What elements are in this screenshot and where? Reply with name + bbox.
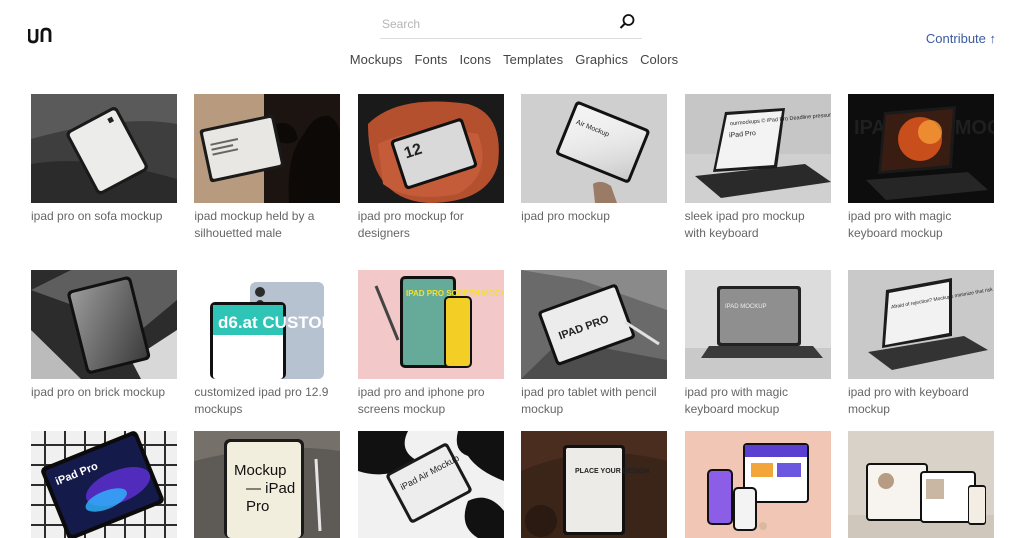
contribute-link[interactable]: Contribute ↑	[926, 31, 996, 46]
mockup-card[interactable]: d6.at CUSTOMIZED MOCKUPS customized ipad…	[194, 270, 341, 431]
card-caption: ipad pro with magic keyboard mockup	[684, 385, 788, 416]
mockup-card[interactable]: ourmockups © iPad Pro Deadline pressure?…	[684, 94, 831, 270]
thumb-label-line2: — iPad	[246, 480, 295, 497]
card-caption: ipad pro with keyboard mockup	[847, 385, 969, 416]
mockup-card[interactable]: Mockup — iPad Pro	[194, 431, 341, 538]
mockup-thumbnail: 12	[357, 94, 504, 203]
mockup-thumbnail: ourmockups © iPad Pro Deadline pressure?…	[684, 94, 831, 203]
mockup-card[interactable]: ipad pro on sofa mockup	[31, 94, 177, 270]
thumb-label: d6.at CUSTOMIZED MOCKUPS	[218, 313, 340, 332]
mockup-card[interactable]: ipad mockup held by a silhouetted male	[194, 94, 341, 270]
card-caption: ipad mockup held by a silhouetted male	[194, 209, 315, 240]
card-caption: ipad pro on sofa mockup	[31, 209, 163, 223]
mockup-thumbnail	[194, 94, 341, 203]
mockup-thumbnail	[31, 94, 177, 203]
mockup-thumbnail: Air Mockup	[521, 94, 668, 203]
card-caption: sleek ipad pro mockup with keyboard	[684, 209, 805, 240]
card-caption: ipad pro with magic keyboard mockup	[847, 209, 952, 240]
search-bar	[380, 8, 642, 39]
category-nav: Mockups Fonts Icons Templates Graphics C…	[0, 52, 1024, 67]
mockup-thumbnail: Mockup — iPad Pro	[194, 431, 341, 538]
mockup-thumbnail: IPAD PRO SCREEN MOCKUP	[357, 270, 504, 379]
card-caption: ipad pro and iphone pro screens mockup	[357, 385, 485, 416]
mockup-card[interactable]: IPAD PRO MOCKUP ipad pro with magic keyb…	[847, 94, 994, 270]
mockup-thumbnail: iPad Pro	[31, 431, 177, 538]
card-caption: ipad pro mockup for designers	[357, 209, 464, 240]
search-icon[interactable]	[619, 13, 636, 30]
nav-item-colors[interactable]: Colors	[640, 52, 678, 67]
mockup-card[interactable]	[847, 431, 994, 538]
thumb-label-line3: Pro	[246, 498, 269, 515]
mockup-card[interactable]: iPad Pro	[31, 431, 177, 538]
thumb-label: Mockup	[234, 462, 287, 479]
thumb-label: PLACE YOUR DESIGN	[575, 468, 650, 475]
mockup-thumbnail	[31, 270, 177, 379]
unblast-logo[interactable]	[28, 26, 52, 44]
mockup-card[interactable]: IPAD PRO SCREEN MOCKUP ipad pro and ipho…	[357, 270, 504, 431]
card-caption: customized ipad pro 12.9 mockups	[194, 385, 329, 416]
nav-item-mockups[interactable]: Mockups	[350, 52, 403, 67]
mockup-thumbnail: IPAD PRO MOCKUP	[847, 94, 994, 203]
card-caption: ipad pro tablet with pencil mockup	[521, 385, 657, 416]
card-caption: ipad pro on brick mockup	[31, 385, 166, 399]
mockup-card[interactable]: ipad pro on brick mockup	[31, 270, 177, 431]
card-caption: ipad pro mockup	[521, 209, 610, 223]
search-input[interactable]	[382, 15, 602, 33]
mockup-thumbnail	[847, 431, 994, 538]
mockup-thumbnail: IPAD PRO	[521, 270, 668, 379]
mockup-thumbnail: iPad Air Mockup	[357, 431, 504, 538]
mockup-thumbnail: d6.at CUSTOMIZED MOCKUPS	[194, 270, 341, 379]
nav-item-templates[interactable]: Templates	[503, 52, 563, 67]
mockup-thumbnail: PLACE YOUR DESIGN	[521, 431, 668, 538]
thumb-label: IPAD MOCKUP	[725, 304, 767, 310]
nav-item-graphics[interactable]: Graphics	[575, 52, 628, 67]
mockup-card[interactable]	[684, 431, 831, 538]
mockup-thumbnail: Afraid of rejection? Mockups minimize th…	[847, 270, 994, 379]
mockup-grid: ipad pro on sofa mockup ipad mockup held…	[31, 94, 994, 538]
mockup-thumbnail: IPAD MOCKUP	[684, 270, 831, 379]
mockup-card[interactable]: iPad Air Mockup	[357, 431, 504, 538]
mockup-card[interactable]: IPAD PRO ipad pro tablet with pencil moc…	[521, 270, 668, 431]
nav-item-icons[interactable]: Icons	[460, 52, 492, 67]
mockup-card[interactable]: Afraid of rejection? Mockups minimize th…	[847, 270, 994, 431]
mockup-card[interactable]: IPAD MOCKUP ipad pro with magic keyboard…	[684, 270, 831, 431]
mockup-card[interactable]: Air Mockup ipad pro mockup	[521, 94, 668, 270]
mockup-thumbnail	[684, 431, 831, 538]
mockup-card[interactable]: 12 ipad pro mockup for designers	[357, 94, 504, 270]
nav-item-fonts[interactable]: Fonts	[414, 52, 447, 67]
mockup-card[interactable]: PLACE YOUR DESIGN	[521, 431, 668, 538]
